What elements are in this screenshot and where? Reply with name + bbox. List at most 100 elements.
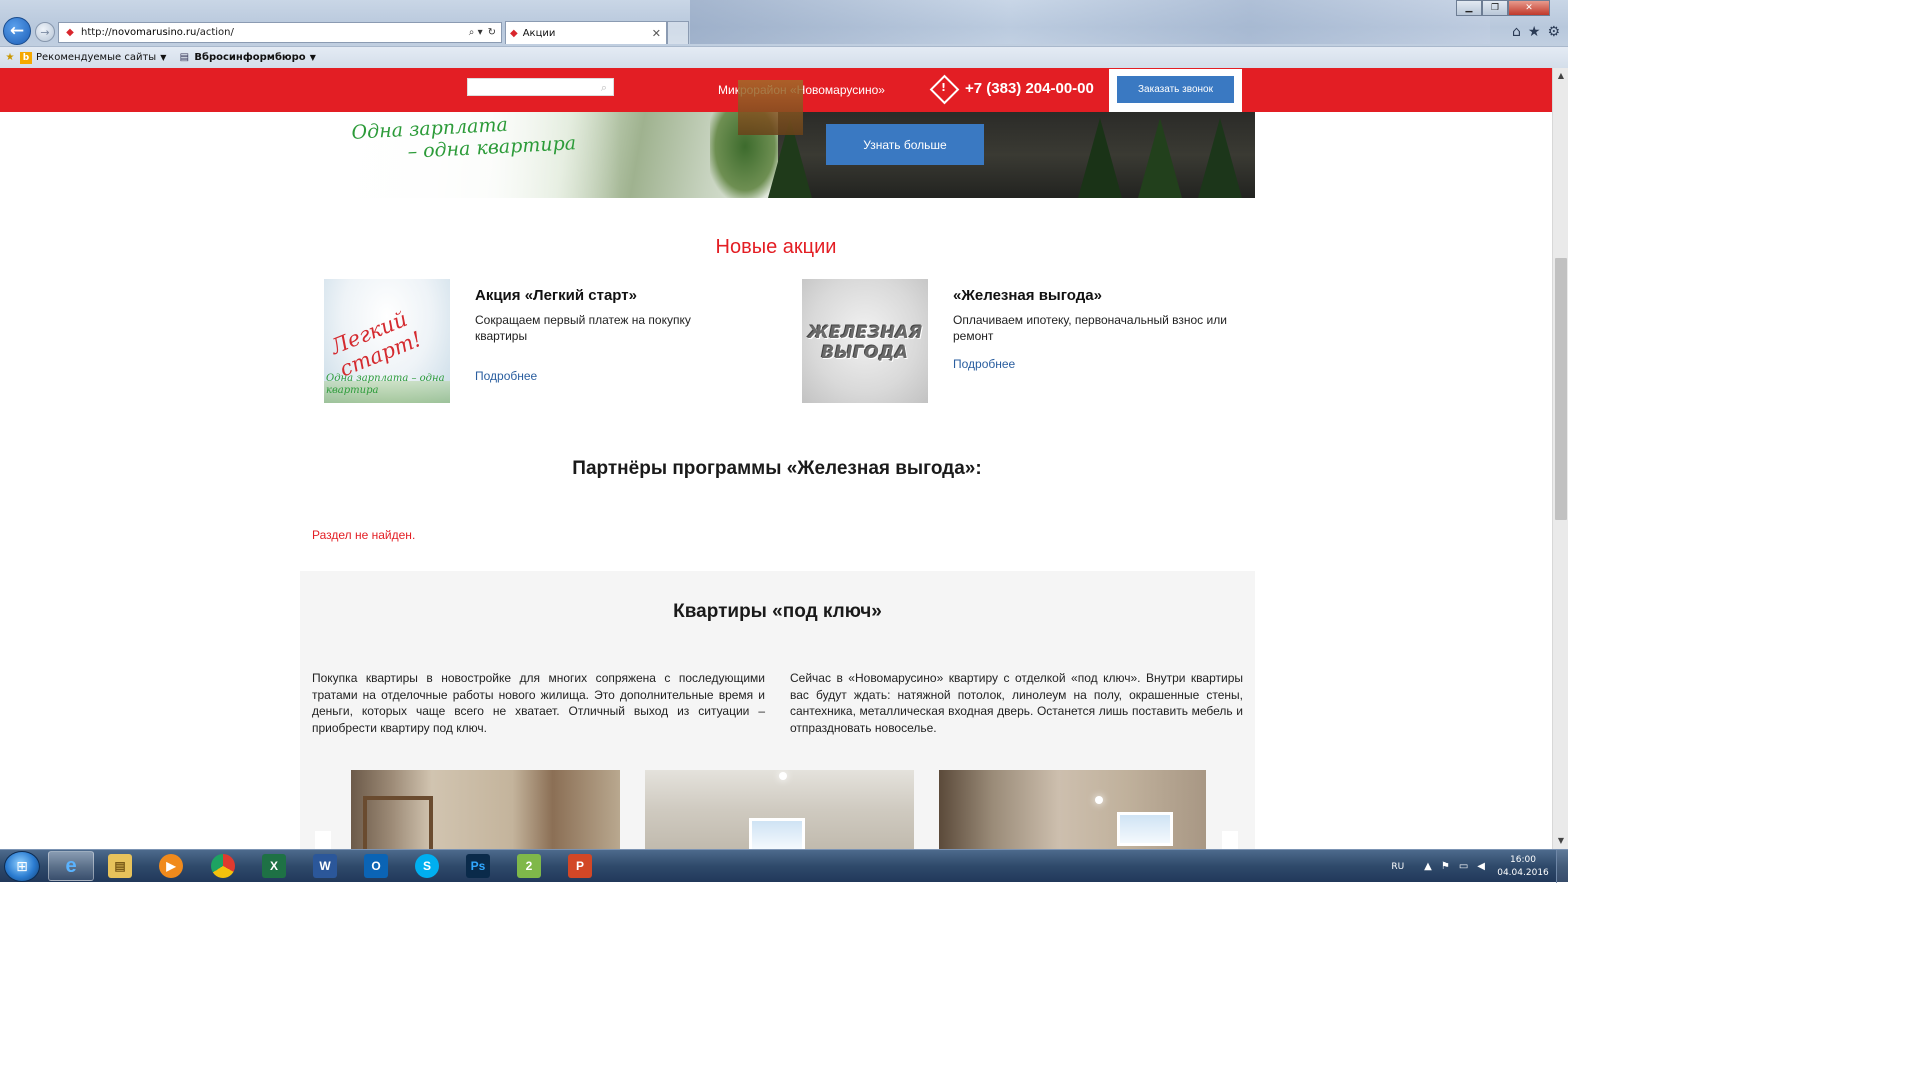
tray-expand-icon[interactable]: ▲: [1424, 861, 1432, 872]
taskbar: ⊞ e ▤ ▶ X W O S Ps 2 P RU ▲ ⚑ ▭ ◀ 16:00 …: [0, 849, 1568, 883]
taskbar-app-chrome[interactable]: [200, 851, 246, 881]
turnkey-title: Квартиры «под ключ»: [673, 601, 882, 622]
taskbar-app-explorer[interactable]: ▤: [97, 851, 143, 881]
chrome-icon: [211, 854, 235, 878]
outlook-icon: O: [364, 854, 388, 878]
add-favorite-icon[interactable]: ★: [4, 52, 16, 64]
window-background: [690, 0, 1490, 44]
promo-iron-benefit-title[interactable]: «Железная выгода»: [953, 287, 1102, 304]
favorite-label: Рекомендуемые сайты: [36, 52, 157, 63]
search-dropdown-icon[interactable]: ⌕ ▾: [469, 27, 483, 38]
maximize-button[interactable]: ❐: [1482, 0, 1508, 16]
favorite-vbrosinformburo[interactable]: ▤ Вбросинформбюро ▼: [178, 52, 316, 64]
taskbar-app-powerpoint[interactable]: P: [557, 851, 603, 881]
scroll-down-icon[interactable]: ▼: [1553, 833, 1569, 849]
favorite-label: Вбросинформбюро: [194, 52, 306, 63]
page-scrollbar[interactable]: ▲ ▼: [1552, 68, 1568, 849]
scroll-up-icon[interactable]: ▲: [1553, 68, 1569, 84]
tab-close-icon[interactable]: ✕: [652, 27, 661, 40]
taskbar-app-word[interactable]: W: [302, 851, 348, 881]
lamp-decoration: [1095, 796, 1103, 804]
refresh-icon[interactable]: ↻: [488, 27, 496, 38]
tool-icon: 2: [517, 854, 541, 878]
minimize-button[interactable]: ▁: [1456, 0, 1482, 16]
action-center-flag-icon[interactable]: ⚑: [1441, 861, 1450, 872]
window-decoration: [749, 818, 805, 849]
volume-icon[interactable]: ◀: [1477, 861, 1485, 872]
back-button[interactable]: ←: [3, 17, 31, 45]
chevron-down-icon: ▼: [160, 53, 167, 62]
turnkey-text-left: Покупка квартиры в новостройке для многи…: [312, 671, 765, 735]
promo-light-start-description: Сокращаем первый платеж на покупку кварт…: [475, 313, 691, 343]
apartment-photo[interactable]: [939, 770, 1206, 849]
taskbar-app-media[interactable]: ▶: [148, 851, 194, 881]
taskbar-app-outlook[interactable]: O: [353, 851, 399, 881]
system-tray: RU ▲ ⚑ ▭ ◀ 16:00 04.04.2016: [1391, 850, 1568, 883]
phone-icon: !: [941, 81, 947, 94]
tray-clock[interactable]: 16:00 04.04.2016: [1494, 854, 1552, 880]
taskbar-app-ie[interactable]: e: [48, 851, 94, 881]
slider-next-button[interactable]: [1222, 831, 1238, 849]
turnkey-text-right: Сейчас в «Новомарусино» квартиру с отдел…: [790, 671, 1243, 735]
clock-date: 04.04.2016: [1497, 867, 1549, 878]
order-callback-button[interactable]: Заказать звонок: [1117, 76, 1234, 103]
site-search-input[interactable]: ⌕: [467, 78, 614, 96]
network-icon[interactable]: ▭: [1459, 861, 1468, 872]
taskbar-app-photoshop[interactable]: Ps: [455, 851, 501, 881]
explorer-icon: ▤: [108, 854, 132, 878]
home-icon[interactable]: ⌂: [1512, 24, 1521, 40]
turnkey-section: Квартиры «под ключ» Покупка квартиры в н…: [300, 571, 1255, 849]
address-bar[interactable]: ◆ http://novomarusino.ru/action/ ⌕ ▾ ↻: [58, 22, 502, 43]
close-window-button[interactable]: ✕: [1508, 0, 1550, 16]
browser-chrome: ← → ◆ http://novomarusino.ru/action/ ⌕ ▾…: [0, 0, 1568, 68]
playground-decoration: [738, 80, 803, 135]
taskbar-app-skype[interactable]: S: [404, 851, 450, 881]
slider-prev-button[interactable]: [315, 831, 331, 849]
promo-iron-benefit-more-link[interactable]: Подробнее: [953, 357, 1015, 371]
new-tab-button[interactable]: [667, 21, 689, 44]
page-viewport: ⌕ Микрорайон «Новомарусино» ! +7 (383) 2…: [0, 68, 1552, 849]
learn-more-button[interactable]: Узнать больше: [826, 124, 984, 165]
address-url[interactable]: http://novomarusino.ru/action/: [81, 27, 469, 38]
skype-icon: S: [415, 854, 439, 878]
tree-decoration: [1138, 118, 1182, 198]
tab-actions[interactable]: ◆ Акции ✕: [505, 21, 667, 44]
apartment-photo[interactable]: [645, 770, 914, 849]
partners-title: Партнёры программы «Железная выгода»:: [572, 458, 982, 479]
promo-image-text: ЖЕЛЕЗНАЯ ВЫГОДА: [808, 323, 923, 363]
ie-icon: e: [65, 854, 77, 877]
window-controls: ▁ ❐ ✕: [1456, 0, 1550, 16]
start-button[interactable]: ⊞: [4, 851, 40, 882]
photoshop-icon: Ps: [466, 854, 490, 878]
settings-gear-icon[interactable]: ⚙: [1547, 24, 1560, 40]
scrollbar-thumb[interactable]: [1555, 258, 1567, 520]
excel-icon: X: [262, 854, 286, 878]
favorites-star-icon[interactable]: ★: [1528, 24, 1541, 40]
promo-image-text: Легкий старт!: [327, 306, 426, 382]
promo-light-start-more-link[interactable]: Подробнее: [475, 369, 537, 383]
lamp-decoration: [779, 772, 787, 780]
taskbar-app-tool[interactable]: 2: [506, 851, 552, 881]
promo-light-start-image[interactable]: Легкий старт! Одна зарплата – одна кварт…: [324, 279, 450, 403]
promo-image-subtext: Одна зарплата – одна квартира: [326, 373, 445, 396]
apartment-photo[interactable]: [351, 770, 620, 849]
phone-number: +7 (383) 204-00-00: [965, 80, 1094, 97]
show-desktop-button[interactable]: [1556, 850, 1568, 883]
page-icon: ▤: [179, 51, 190, 63]
promo-iron-benefit-image[interactable]: ЖЕЛЕЗНАЯ ВЫГОДА: [802, 279, 928, 403]
favorites-bar: ★ b Рекомендуемые сайты ▼ ▤ Вбросинформб…: [0, 46, 1568, 68]
site-favicon-icon: ◆: [66, 26, 74, 38]
window-decoration: [1117, 812, 1173, 846]
taskbar-app-excel[interactable]: X: [251, 851, 297, 881]
tab-favicon-icon: ◆: [510, 27, 518, 39]
tree-decoration: [1078, 118, 1122, 198]
word-icon: W: [313, 854, 337, 878]
search-icon[interactable]: ⌕: [601, 81, 607, 95]
language-indicator[interactable]: RU: [1391, 862, 1404, 872]
favorite-recommended-sites[interactable]: b Рекомендуемые сайты ▼: [20, 51, 167, 64]
chevron-down-icon: ▼: [309, 53, 316, 62]
media-player-icon: ▶: [159, 854, 183, 878]
promo-light-start-title[interactable]: Акция «Легкий старт»: [475, 287, 637, 304]
forward-button[interactable]: →: [35, 22, 55, 42]
section-not-found-message: Раздел не найден.: [312, 528, 416, 542]
